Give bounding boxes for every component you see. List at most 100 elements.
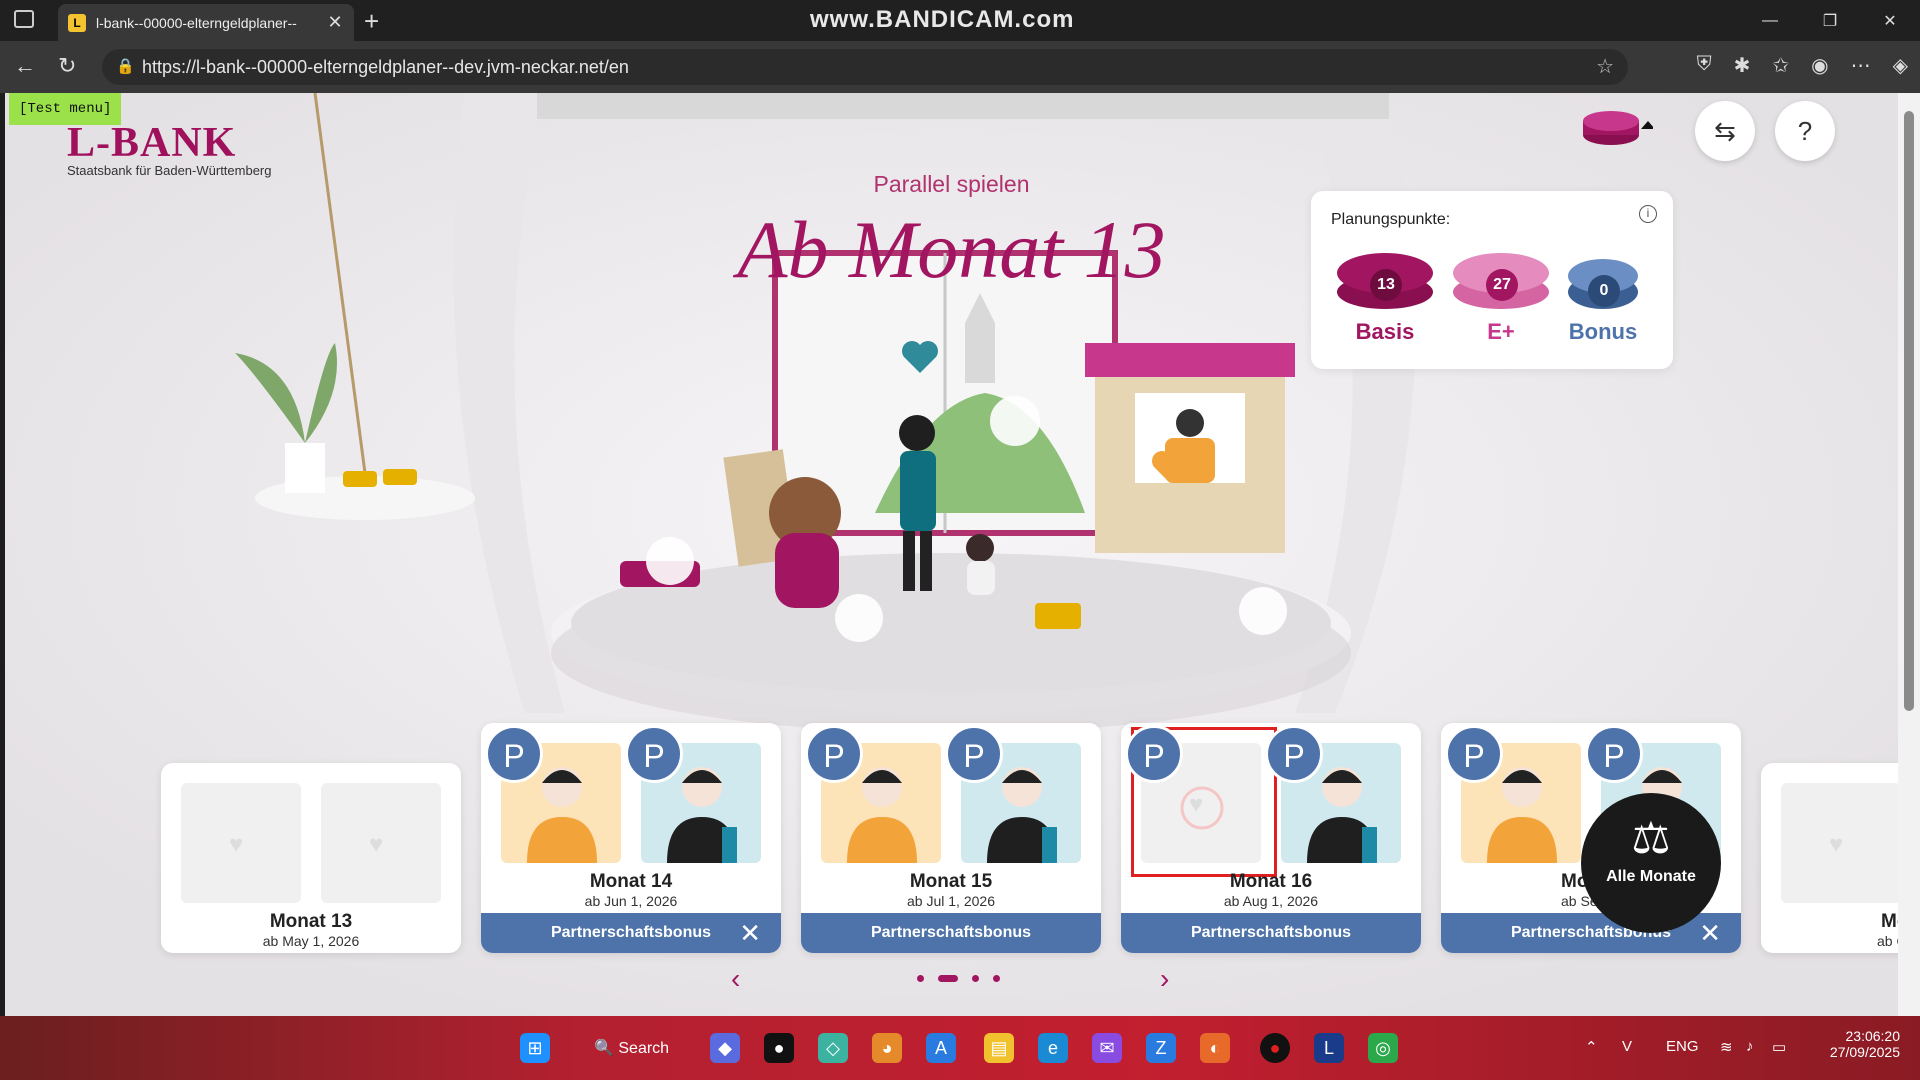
- chrome-icon[interactable]: ◎: [1368, 1033, 1398, 1063]
- parent1-avatar: [1487, 767, 1557, 863]
- month-card-15[interactable]: P P Monat 15 ab Jul 1, 2026 Partnerschaf…: [801, 723, 1101, 953]
- extensions-icon[interactable]: ✱: [1734, 53, 1751, 78]
- compare-button[interactable]: ⇆: [1695, 101, 1755, 161]
- parent1-slot-empty[interactable]: ♥: [181, 783, 301, 903]
- bonus-label: Partnerschaftsbonus: [870, 924, 1032, 941]
- month-date: ab May 1, 2026: [262, 933, 360, 949]
- month-date: ab Oc: [1877, 933, 1898, 949]
- messenger-icon[interactable]: ✉: [1092, 1033, 1122, 1063]
- prev-arrow-icon[interactable]: ‹: [731, 963, 740, 995]
- partner-badge: P: [625, 725, 683, 783]
- month-date: ab Jul 1, 2026: [907, 893, 995, 909]
- favicon-icon: L: [68, 13, 86, 32]
- scrollbar-thumb[interactable]: [1904, 111, 1914, 711]
- favorites-icon[interactable]: ✩: [1772, 53, 1789, 78]
- parent2-avatar: [1307, 767, 1377, 863]
- copilot-app-icon[interactable]: ◆: [710, 1033, 740, 1063]
- start-icon[interactable]: ⊞: [520, 1033, 550, 1063]
- back-icon[interactable]: ←: [14, 53, 36, 79]
- bandicam-watermark: www.BANDICAM.com: [810, 6, 1075, 33]
- points-label: Planungspunkte:: [1331, 211, 1451, 228]
- shield-icon[interactable]: ⛨: [1697, 53, 1712, 78]
- tray-app-icon[interactable]: V: [1622, 1038, 1632, 1055]
- pagination: [917, 975, 1000, 982]
- tray-expand-icon[interactable]: ⌃: [1585, 1038, 1598, 1056]
- month-label: Monat 16: [1229, 871, 1313, 892]
- partner-badge: P: [1445, 725, 1503, 783]
- page-scrollbar[interactable]: [1898, 93, 1920, 1016]
- github-icon[interactable]: ●: [764, 1033, 794, 1063]
- parent1-avatar: [847, 767, 917, 863]
- partner-bonus-bar[interactable]: Partnerschaftsbonus: [801, 913, 1101, 953]
- volume-icon[interactable]: ♪: [1746, 1038, 1754, 1055]
- close-window-icon[interactable]: ✕: [1860, 0, 1920, 41]
- parent2-avatar: [987, 767, 1057, 863]
- heart-icon: ♥: [229, 831, 244, 858]
- close-tab-icon[interactable]: ✕: [326, 12, 344, 33]
- help-button[interactable]: ?: [1775, 101, 1835, 161]
- close-icon[interactable]: ✕: [739, 913, 761, 953]
- parent2-avatar: [667, 767, 737, 863]
- page-dot[interactable]: [917, 975, 924, 982]
- file-explorer-icon[interactable]: ▤: [984, 1033, 1014, 1063]
- page-dot[interactable]: [993, 975, 1000, 982]
- restore-icon[interactable]: ❐: [1800, 0, 1860, 41]
- page-dot[interactable]: [972, 975, 979, 982]
- store-icon[interactable]: A: [926, 1033, 956, 1063]
- basis-label: Basis: [1355, 319, 1415, 344]
- month-card-18[interactable]: ♥ Mo ab Oc: [1761, 763, 1898, 953]
- clock-date: 27/09/2025: [1829, 1044, 1900, 1060]
- planning-points-panel: Planungspunkte: i 13 Basis 27 E+ 0 Bonus: [1311, 191, 1673, 369]
- favorite-star-icon[interactable]: ☆: [1596, 49, 1614, 85]
- minimize-icon[interactable]: —: [1740, 0, 1800, 41]
- wifi-icon[interactable]: ≋: [1720, 1038, 1733, 1056]
- eplus-value: 27: [1486, 269, 1518, 301]
- windows-taskbar: ⊞ 🔍 Search ◆ ● ◇ ◕ A ▤ e ✉ Z ◐ ● L ◎ ⌃ V…: [0, 1016, 1920, 1080]
- partner-badge: P: [805, 725, 863, 783]
- basis-value: 13: [1370, 269, 1402, 301]
- coin-stack-icon: [1583, 111, 1653, 145]
- copilot-icon[interactable]: ◈: [1893, 53, 1908, 78]
- coin-menu-button[interactable]: [1583, 105, 1653, 149]
- parent1-slot-empty[interactable]: ♥: [1781, 783, 1898, 903]
- more-icon[interactable]: ⋯: [1851, 53, 1871, 78]
- close-icon[interactable]: ✕: [1699, 913, 1721, 953]
- points-bonus: 0 Bonus: [1553, 247, 1653, 345]
- info-icon[interactable]: i: [1639, 205, 1657, 223]
- lbank-app-icon[interactable]: L: [1314, 1033, 1344, 1063]
- next-arrow-icon[interactable]: ›: [1160, 963, 1169, 995]
- month-label: Mo: [1881, 911, 1898, 932]
- clock[interactable]: 23:06:20 27/09/2025: [1830, 1028, 1900, 1060]
- zalo-icon[interactable]: Z: [1146, 1033, 1176, 1063]
- edge-icon[interactable]: e: [1038, 1033, 1068, 1063]
- lbank-logo[interactable]: L-BANK Staatsbank für Baden-Württemberg: [67, 119, 272, 178]
- url-field[interactable]: 🔒 https://l-bank--00000-elterngeldplaner…: [102, 49, 1628, 85]
- profile-icon[interactable]: ◉: [1811, 53, 1828, 78]
- bandicam-record-icon[interactable]: ●: [1260, 1033, 1290, 1063]
- app-icon[interactable]: ◕: [872, 1033, 902, 1063]
- parent2-slot-empty[interactable]: ♥: [321, 783, 441, 903]
- reload-icon[interactable]: ↻: [58, 53, 76, 79]
- browser-tab[interactable]: L l-bank--00000-elterngeldplaner-- ✕: [58, 4, 354, 41]
- scale-icon: ⚖: [1631, 814, 1671, 863]
- month-card-16[interactable]: ♥ P P Monat 16 ab Aug 1, 2026 Partnersch…: [1121, 723, 1421, 953]
- lock-icon: 🔒: [116, 58, 135, 75]
- sidebar-toggle-icon[interactable]: [14, 10, 34, 28]
- page-dot-active[interactable]: [938, 975, 958, 982]
- language-indicator[interactable]: ENG: [1666, 1038, 1699, 1055]
- partner-bonus-bar[interactable]: Partnerschaftsbonus ✕: [1441, 913, 1741, 953]
- partner-bonus-bar[interactable]: Partnerschaftsbonus: [1121, 913, 1421, 953]
- logo-text: L-BANK: [67, 120, 237, 166]
- app-icon[interactable]: ◇: [818, 1033, 848, 1063]
- month-label: Monat 13: [269, 911, 353, 932]
- partner-bonus-bar[interactable]: Partnerschaftsbonus ✕: [481, 913, 781, 953]
- month-card-14[interactable]: P P Monat 14 ab Jun 1, 2026 Partnerschaf…: [481, 723, 781, 953]
- battery-icon[interactable]: ▭: [1772, 1038, 1786, 1056]
- new-tab-icon[interactable]: +: [364, 6, 379, 37]
- month-card-13[interactable]: ♥ ♥ Monat 13 ab May 1, 2026: [161, 763, 461, 953]
- taskbar-search[interactable]: 🔍 Search: [594, 1038, 669, 1058]
- firefox-icon[interactable]: ◐: [1200, 1033, 1230, 1063]
- month-date: ab Aug 1, 2026: [1223, 893, 1319, 909]
- month-label: Monat 14: [589, 871, 673, 892]
- all-months-button[interactable]: ⚖ Alle Monate: [1581, 793, 1721, 933]
